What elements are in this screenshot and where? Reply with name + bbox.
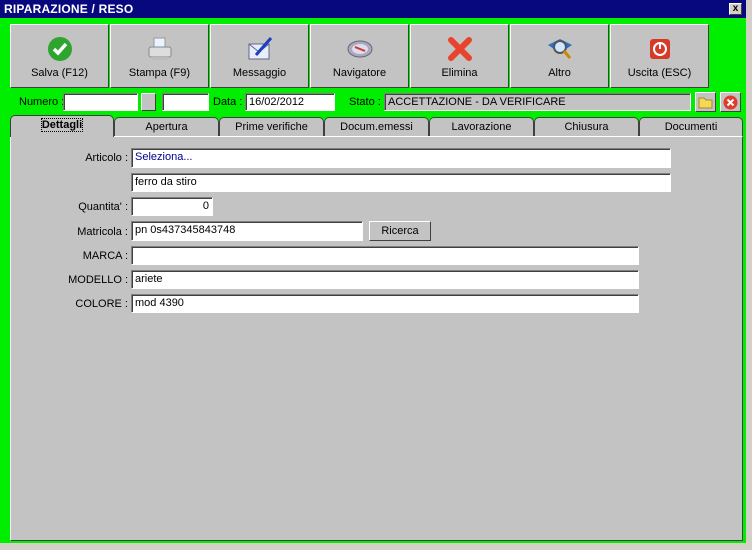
matricola-label: Matricola : xyxy=(77,226,128,238)
uscita-label: Uscita (ESC) xyxy=(627,67,692,79)
colore-input[interactable]: mod 4390 xyxy=(131,294,639,313)
modello-input[interactable]: ariete xyxy=(131,270,639,289)
check-icon xyxy=(47,37,72,61)
quantita-label: Quantita' : xyxy=(78,201,128,213)
search-book-icon xyxy=(547,39,572,59)
tab-lavorazione[interactable]: Lavorazione xyxy=(429,117,534,136)
uscita-button[interactable]: Uscita (ESC) xyxy=(610,24,709,88)
tab-dettagli[interactable]: Dettagli xyxy=(10,115,114,137)
tab-documenti[interactable]: Documenti xyxy=(639,117,743,136)
tab-chiusura[interactable]: Chiusura xyxy=(534,117,639,136)
compass-icon xyxy=(347,40,372,58)
tab-prime-verifiche[interactable]: Prime verifiche xyxy=(219,117,324,136)
altro-button[interactable]: Altro xyxy=(510,24,609,88)
data-label: Data : xyxy=(213,96,243,108)
ricerca-button[interactable]: Ricerca xyxy=(369,221,431,241)
tab-apertura[interactable]: Apertura xyxy=(114,117,219,136)
open-folder-button[interactable] xyxy=(695,92,716,112)
messaggio-label: Messaggio xyxy=(232,67,287,79)
navigatore-label: Navigatore xyxy=(332,67,387,79)
colore-label: COLORE : xyxy=(75,298,128,310)
marca-input[interactable] xyxy=(131,246,639,265)
salva-label: Salva (F12) xyxy=(31,67,88,79)
elimina-label: Elimina xyxy=(441,67,478,79)
window-title: RIPARAZIONE / RESO xyxy=(4,2,134,16)
delete-x-icon xyxy=(447,37,472,61)
modello-label: MODELLO : xyxy=(68,274,128,286)
salva-button[interactable]: Salva (F12) xyxy=(10,24,109,88)
elimina-button[interactable]: Elimina xyxy=(410,24,509,88)
numero-input[interactable] xyxy=(63,93,138,111)
navigatore-button[interactable]: Navigatore xyxy=(310,24,409,88)
printer-icon xyxy=(148,37,171,60)
numero-label: Numero : xyxy=(19,96,65,108)
messaggio-button[interactable]: Messaggio xyxy=(210,24,309,88)
folder-icon xyxy=(698,97,713,109)
title-bar: RIPARAZIONE / RESO xyxy=(0,0,746,18)
envelope-pen-icon xyxy=(248,37,272,60)
close-window-button[interactable]: x xyxy=(729,3,742,15)
marca-label: MARCA : xyxy=(82,250,128,262)
articolo-select[interactable]: Seleziona... xyxy=(131,148,671,168)
articolo-label: Articolo : xyxy=(85,152,128,164)
power-icon xyxy=(649,39,670,59)
quantita-input[interactable]: 0 xyxy=(131,197,213,216)
data-input[interactable]: 16/02/2012 xyxy=(245,93,335,111)
matricola-input[interactable]: pn 0s437345843748 xyxy=(131,221,363,241)
stato-label: Stato : xyxy=(349,96,381,108)
tab-docum-emessi[interactable]: Docum.emessi xyxy=(324,117,429,136)
tab-dettagli-label: Dettagli xyxy=(40,118,84,132)
numero-lookup-button[interactable] xyxy=(141,93,156,111)
stampa-label: Stampa (F9) xyxy=(128,67,191,79)
cancel-stato-button[interactable] xyxy=(720,92,741,112)
descrizione-input[interactable]: ferro da stiro xyxy=(131,173,671,192)
numero-suffix-input[interactable] xyxy=(162,93,209,111)
close-circle-icon xyxy=(723,95,738,110)
details-panel xyxy=(10,136,743,541)
stato-field: ACCETTAZIONE - DA VERIFICARE xyxy=(384,93,691,111)
altro-label: Altro xyxy=(548,67,571,79)
stampa-button[interactable]: Stampa (F9) xyxy=(110,24,209,88)
